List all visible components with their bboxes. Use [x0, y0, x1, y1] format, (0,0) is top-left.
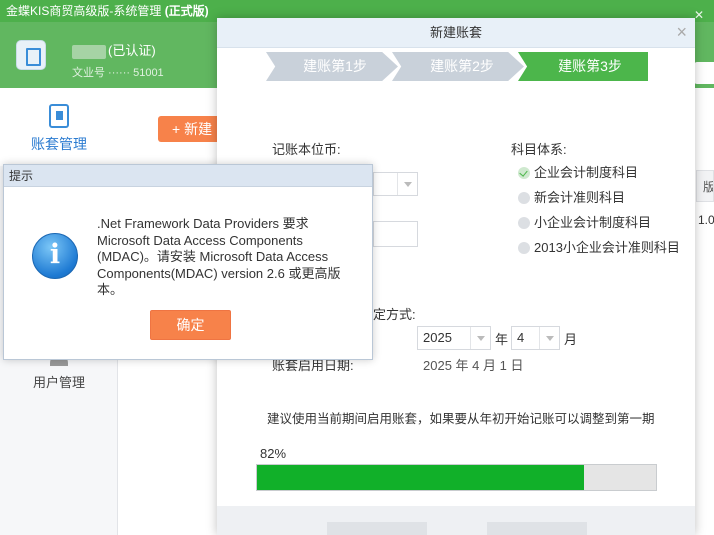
sidebar-item-label: 用户管理	[32, 375, 85, 390]
wizard-step-2: 建账第2步	[392, 52, 524, 81]
period-method-label: 定方式:	[373, 307, 416, 322]
company-subline: 文业号 ······ 51001	[72, 67, 164, 79]
clipboard-icon	[49, 104, 69, 128]
currency-name-input[interactable]	[373, 221, 418, 247]
prompt-message: .Net Framework Data Providers 要求 Microso…	[97, 216, 341, 297]
subject-option-small-enterprise[interactable]: 小企业会计制度科目	[518, 213, 651, 233]
chevron-down-icon	[539, 327, 559, 349]
prompt-dialog: 提示 i .Net Framework Data Providers 要求 Mi…	[3, 164, 373, 360]
progress-bar-fill	[257, 465, 585, 490]
currency-label: 记账本位币:	[272, 142, 341, 157]
month-unit: 月	[564, 332, 578, 347]
building-icon	[16, 40, 46, 70]
app-edition: (正式版)	[164, 4, 209, 18]
company-name: (已认证)	[72, 40, 156, 59]
wizard-step-1: 建账第1步	[266, 52, 398, 81]
subject-system-label: 科目体系:	[511, 142, 567, 157]
app-close-icon[interactable]: ✕	[694, 8, 704, 22]
radio-checked-icon	[518, 167, 530, 179]
dialog-title: 新建账套 ×	[217, 18, 695, 48]
radio-icon	[518, 242, 530, 254]
dialog-title-text: 新建账套	[429, 25, 482, 40]
progress-bar	[256, 464, 657, 491]
wizard-step-3: 建账第3步	[518, 52, 648, 81]
month-select[interactable]: 4	[511, 326, 560, 350]
year-unit: 年	[495, 332, 509, 347]
subject-option-label: 小企业会计制度科目	[534, 215, 652, 230]
dialog-footer	[217, 506, 695, 535]
year-select[interactable]: 2025	[417, 326, 491, 350]
start-date-value: 2025 年 4 月 1 日	[423, 358, 524, 373]
table-cell: 1.0	[698, 213, 714, 227]
suggestion-text: 建议使用当前期间启用账套，如果要从年初开始记账可以调整到第一期	[267, 412, 655, 426]
redacted-company-name	[72, 44, 106, 59]
close-icon[interactable]: ×	[676, 22, 687, 42]
ok-button[interactable]: 确定	[150, 310, 231, 340]
currency-select[interactable]	[373, 172, 418, 196]
subject-option-new-standards[interactable]: 新会计准则科目	[518, 188, 625, 208]
sidebar-item-label: 账套管理	[31, 136, 87, 152]
subject-option-label: 新会计准则科目	[534, 190, 626, 205]
year-value: 2025	[423, 330, 452, 345]
sidebar-item-account-management[interactable]: 账套管理	[0, 88, 118, 166]
previous-button[interactable]	[327, 522, 427, 535]
header-side-button[interactable]	[694, 62, 714, 84]
subject-option-enterprise[interactable]: 企业会计制度科目	[518, 163, 638, 183]
month-value: 4	[517, 330, 525, 345]
progress-percent: 82%	[260, 446, 287, 461]
radio-icon	[518, 217, 530, 229]
company-status: (已认证)	[108, 43, 156, 58]
subject-option-2013-small-enterprise[interactable]: 2013小企业会计准则科目	[518, 238, 680, 258]
table-header-cell: 版	[696, 170, 714, 202]
prompt-title: 提示	[4, 165, 372, 187]
next-button[interactable]	[487, 522, 587, 535]
app-title: 金蝶KIS商贸高级版-系统管理	[6, 4, 162, 18]
info-icon: i	[32, 233, 78, 279]
radio-icon	[518, 192, 530, 204]
chevron-down-icon	[397, 173, 417, 195]
chevron-down-icon	[470, 327, 490, 349]
subject-option-label: 2013小企业会计准则科目	[534, 240, 680, 255]
subject-option-label: 企业会计制度科目	[534, 165, 639, 180]
